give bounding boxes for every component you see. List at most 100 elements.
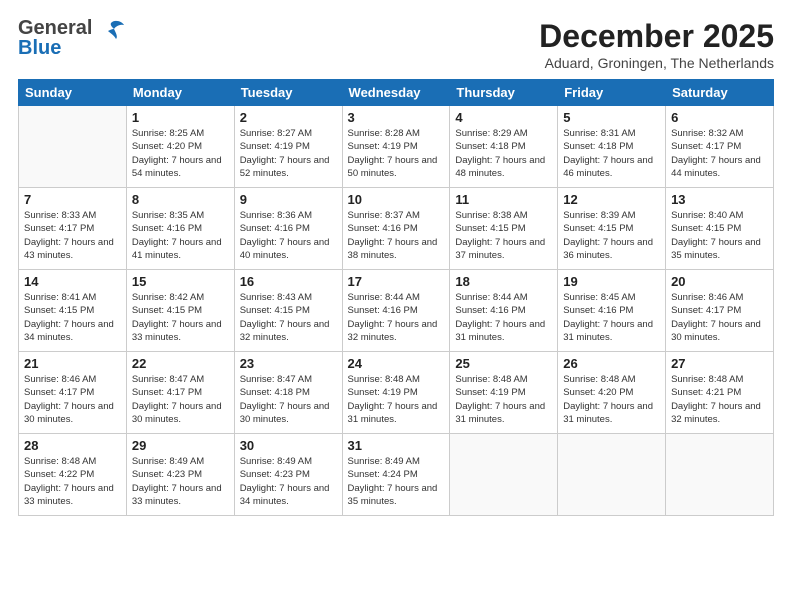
day-number: 20 [671, 274, 768, 289]
table-row: 10 Sunrise: 8:37 AM Sunset: 4:16 PM Dayl… [342, 188, 450, 270]
cell-info: Sunrise: 8:42 AM Sunset: 4:15 PM Dayligh… [132, 291, 229, 344]
sunset-text: Sunset: 4:16 PM [240, 223, 310, 234]
sunset-text: Sunset: 4:16 PM [348, 223, 418, 234]
table-row: 7 Sunrise: 8:33 AM Sunset: 4:17 PM Dayli… [19, 188, 127, 270]
day-number: 5 [563, 110, 660, 125]
day-number: 14 [24, 274, 121, 289]
daylight-text: Daylight: 7 hours and 30 minutes. [132, 401, 222, 425]
table-row: 24 Sunrise: 8:48 AM Sunset: 4:19 PM Dayl… [342, 352, 450, 434]
sunset-text: Sunset: 4:15 PM [671, 223, 741, 234]
sunset-text: Sunset: 4:17 PM [24, 223, 94, 234]
daylight-text: Daylight: 7 hours and 40 minutes. [240, 237, 330, 261]
header-sunday: Sunday [19, 80, 127, 106]
daylight-text: Daylight: 7 hours and 31 minutes. [348, 401, 438, 425]
daylight-text: Daylight: 7 hours and 31 minutes. [563, 401, 653, 425]
daylight-text: Daylight: 7 hours and 31 minutes. [455, 401, 545, 425]
header-monday: Monday [126, 80, 234, 106]
sunset-text: Sunset: 4:17 PM [24, 387, 94, 398]
daylight-text: Daylight: 7 hours and 54 minutes. [132, 155, 222, 179]
day-number: 8 [132, 192, 229, 207]
table-row: 9 Sunrise: 8:36 AM Sunset: 4:16 PM Dayli… [234, 188, 342, 270]
table-row: 12 Sunrise: 8:39 AM Sunset: 4:15 PM Dayl… [558, 188, 666, 270]
sunset-text: Sunset: 4:19 PM [348, 387, 418, 398]
daylight-text: Daylight: 7 hours and 48 minutes. [455, 155, 545, 179]
day-number: 11 [455, 192, 552, 207]
cell-info: Sunrise: 8:38 AM Sunset: 4:15 PM Dayligh… [455, 209, 552, 262]
table-row: 18 Sunrise: 8:44 AM Sunset: 4:16 PM Dayl… [450, 270, 558, 352]
daylight-text: Daylight: 7 hours and 38 minutes. [348, 237, 438, 261]
cell-info: Sunrise: 8:45 AM Sunset: 4:16 PM Dayligh… [563, 291, 660, 344]
daylight-text: Daylight: 7 hours and 41 minutes. [132, 237, 222, 261]
cell-info: Sunrise: 8:48 AM Sunset: 4:21 PM Dayligh… [671, 373, 768, 426]
sunrise-text: Sunrise: 8:32 AM [671, 128, 743, 139]
sunset-text: Sunset: 4:19 PM [348, 141, 418, 152]
sunrise-text: Sunrise: 8:37 AM [348, 210, 420, 221]
sunrise-text: Sunrise: 8:42 AM [132, 292, 204, 303]
day-number: 13 [671, 192, 768, 207]
sunrise-text: Sunrise: 8:43 AM [240, 292, 312, 303]
sunrise-text: Sunrise: 8:46 AM [24, 374, 96, 385]
day-number: 18 [455, 274, 552, 289]
sunset-text: Sunset: 4:16 PM [132, 223, 202, 234]
day-number: 19 [563, 274, 660, 289]
daylight-text: Daylight: 7 hours and 33 minutes. [132, 483, 222, 507]
sunrise-text: Sunrise: 8:44 AM [348, 292, 420, 303]
cell-info: Sunrise: 8:46 AM Sunset: 4:17 PM Dayligh… [671, 291, 768, 344]
cell-info: Sunrise: 8:48 AM Sunset: 4:19 PM Dayligh… [455, 373, 552, 426]
day-number: 4 [455, 110, 552, 125]
cell-info: Sunrise: 8:33 AM Sunset: 4:17 PM Dayligh… [24, 209, 121, 262]
daylight-text: Daylight: 7 hours and 52 minutes. [240, 155, 330, 179]
cell-info: Sunrise: 8:36 AM Sunset: 4:16 PM Dayligh… [240, 209, 337, 262]
table-row: 27 Sunrise: 8:48 AM Sunset: 4:21 PM Dayl… [666, 352, 774, 434]
table-row: 31 Sunrise: 8:49 AM Sunset: 4:24 PM Dayl… [342, 434, 450, 516]
day-number: 22 [132, 356, 229, 371]
table-row: 4 Sunrise: 8:29 AM Sunset: 4:18 PM Dayli… [450, 106, 558, 188]
location: Aduard, Groningen, The Netherlands [539, 55, 774, 71]
sunset-text: Sunset: 4:16 PM [455, 305, 525, 316]
header-wednesday: Wednesday [342, 80, 450, 106]
day-number: 1 [132, 110, 229, 125]
day-number: 29 [132, 438, 229, 453]
sunrise-text: Sunrise: 8:49 AM [132, 456, 204, 467]
cell-info: Sunrise: 8:37 AM Sunset: 4:16 PM Dayligh… [348, 209, 445, 262]
weekday-header-row: Sunday Monday Tuesday Wednesday Thursday… [19, 80, 774, 106]
table-row: 6 Sunrise: 8:32 AM Sunset: 4:17 PM Dayli… [666, 106, 774, 188]
cell-info: Sunrise: 8:47 AM Sunset: 4:17 PM Dayligh… [132, 373, 229, 426]
day-number: 23 [240, 356, 337, 371]
sunset-text: Sunset: 4:15 PM [240, 305, 310, 316]
header-thursday: Thursday [450, 80, 558, 106]
daylight-text: Daylight: 7 hours and 30 minutes. [24, 401, 114, 425]
table-row: 25 Sunrise: 8:48 AM Sunset: 4:19 PM Dayl… [450, 352, 558, 434]
cell-info: Sunrise: 8:49 AM Sunset: 4:24 PM Dayligh… [348, 455, 445, 508]
sunset-text: Sunset: 4:20 PM [563, 387, 633, 398]
day-number: 30 [240, 438, 337, 453]
sunrise-text: Sunrise: 8:49 AM [240, 456, 312, 467]
table-row: 28 Sunrise: 8:48 AM Sunset: 4:22 PM Dayl… [19, 434, 127, 516]
title-block: December 2025 Aduard, Groningen, The Net… [539, 18, 774, 71]
table-row: 1 Sunrise: 8:25 AM Sunset: 4:20 PM Dayli… [126, 106, 234, 188]
calendar-week-row: 7 Sunrise: 8:33 AM Sunset: 4:17 PM Dayli… [19, 188, 774, 270]
table-row: 2 Sunrise: 8:27 AM Sunset: 4:19 PM Dayli… [234, 106, 342, 188]
sunrise-text: Sunrise: 8:44 AM [455, 292, 527, 303]
daylight-text: Daylight: 7 hours and 32 minutes. [348, 319, 438, 343]
day-number: 10 [348, 192, 445, 207]
day-number: 25 [455, 356, 552, 371]
table-row: 20 Sunrise: 8:46 AM Sunset: 4:17 PM Dayl… [666, 270, 774, 352]
table-row: 30 Sunrise: 8:49 AM Sunset: 4:23 PM Dayl… [234, 434, 342, 516]
daylight-text: Daylight: 7 hours and 34 minutes. [240, 483, 330, 507]
cell-info: Sunrise: 8:48 AM Sunset: 4:22 PM Dayligh… [24, 455, 121, 508]
sunset-text: Sunset: 4:23 PM [240, 469, 310, 480]
table-row: 8 Sunrise: 8:35 AM Sunset: 4:16 PM Dayli… [126, 188, 234, 270]
sunrise-text: Sunrise: 8:39 AM [563, 210, 635, 221]
sunset-text: Sunset: 4:18 PM [563, 141, 633, 152]
sunrise-text: Sunrise: 8:36 AM [240, 210, 312, 221]
logo-text: General Blue [18, 18, 126, 58]
sunrise-text: Sunrise: 8:49 AM [348, 456, 420, 467]
daylight-text: Daylight: 7 hours and 35 minutes. [348, 483, 438, 507]
sunset-text: Sunset: 4:15 PM [24, 305, 94, 316]
cell-info: Sunrise: 8:39 AM Sunset: 4:15 PM Dayligh… [563, 209, 660, 262]
sunset-text: Sunset: 4:15 PM [455, 223, 525, 234]
table-row [450, 434, 558, 516]
day-number: 12 [563, 192, 660, 207]
table-row: 21 Sunrise: 8:46 AM Sunset: 4:17 PM Dayl… [19, 352, 127, 434]
